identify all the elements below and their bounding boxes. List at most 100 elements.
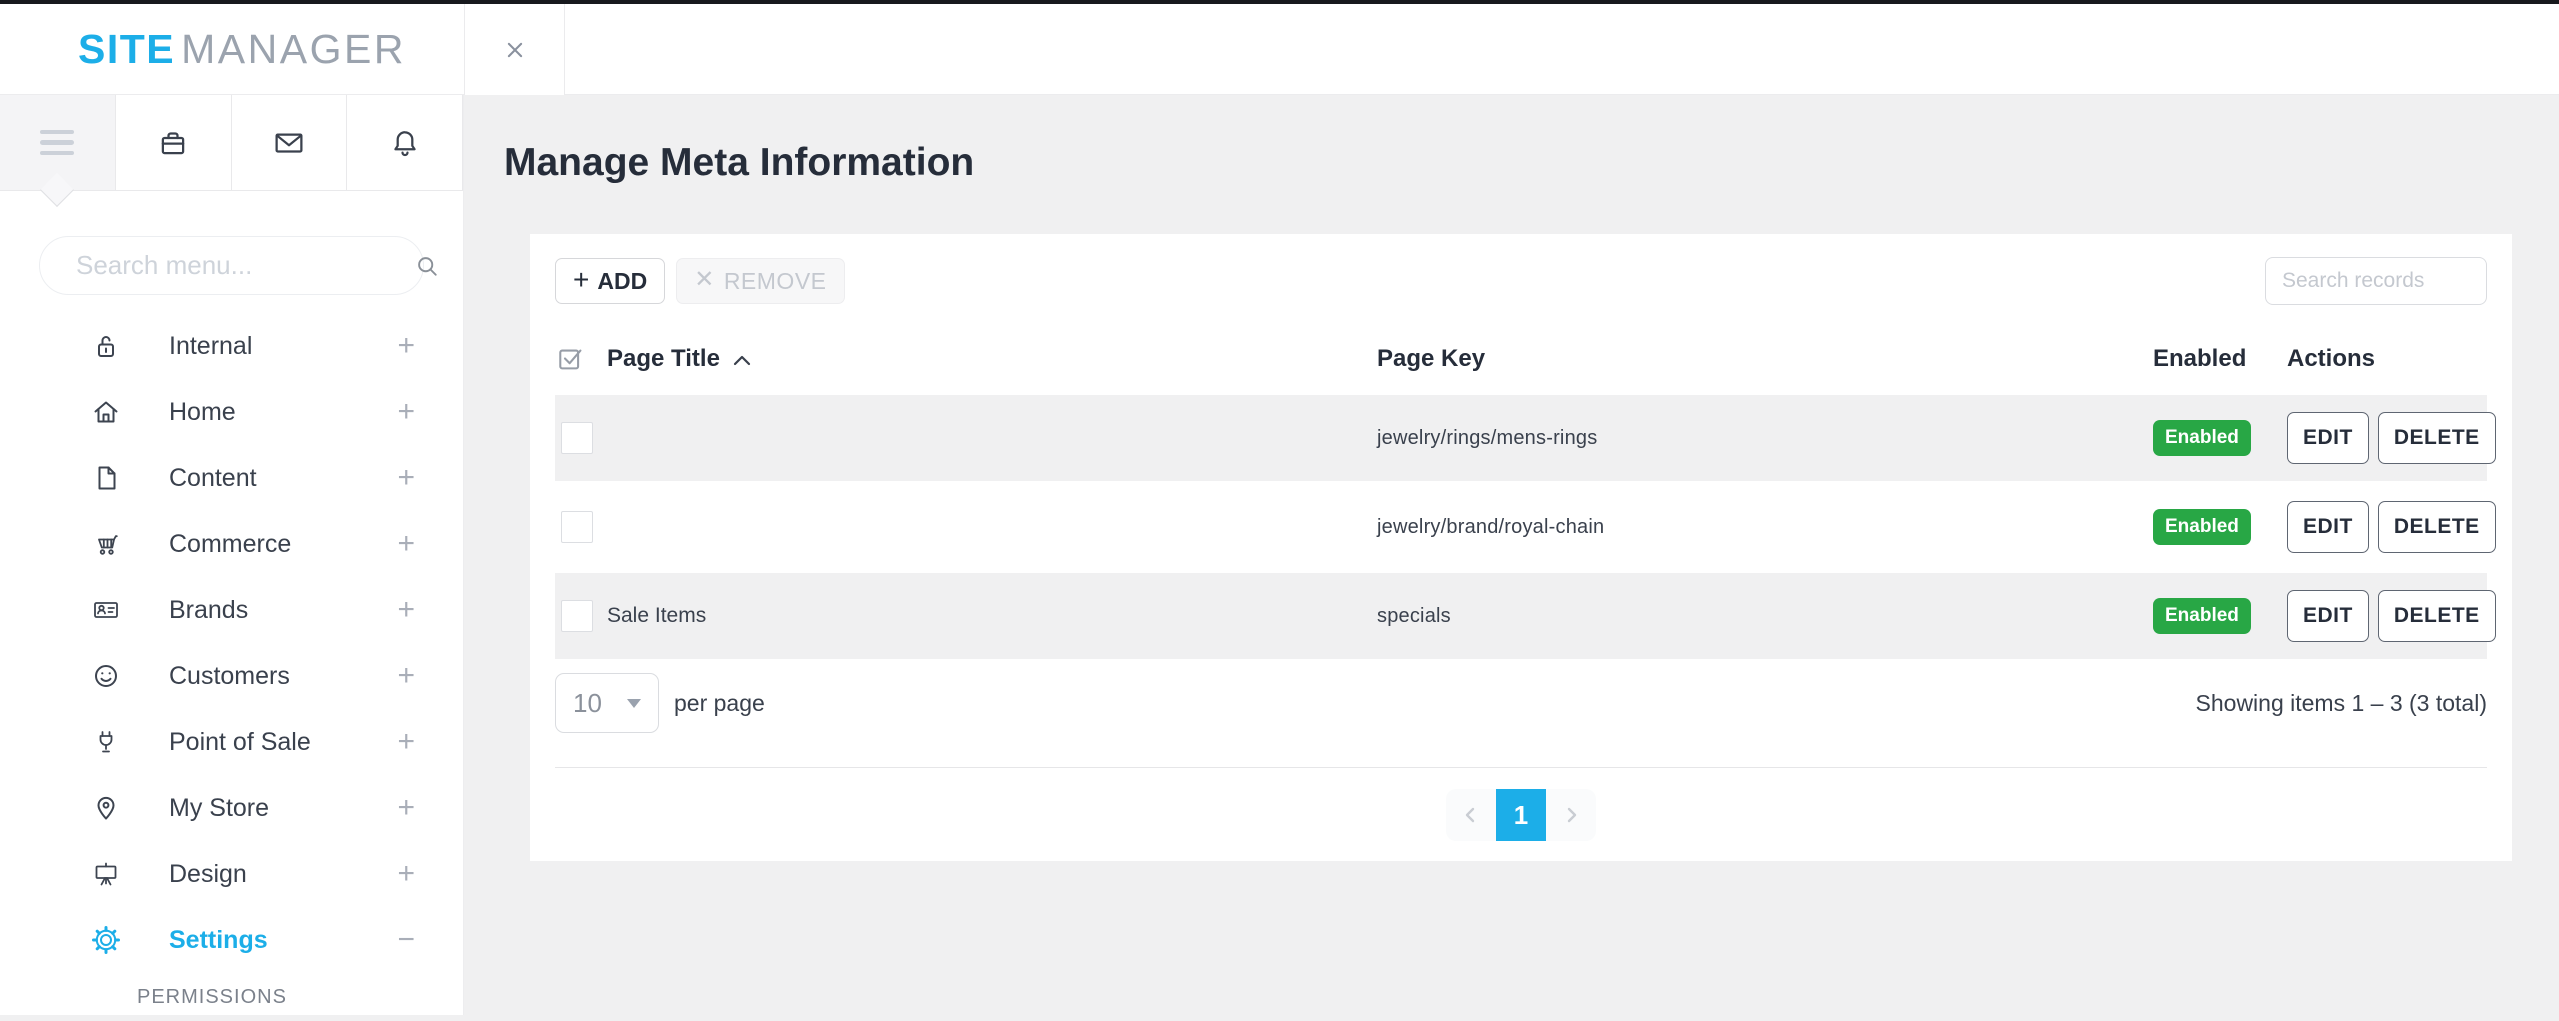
briefcase-icon	[155, 125, 191, 161]
logo-manager: MANAGER	[181, 26, 406, 73]
smiley-icon	[90, 660, 122, 692]
sidebar-item-design[interactable]: Design +	[0, 841, 463, 907]
check-square-icon	[557, 344, 587, 374]
sidebar-item-label: Content	[169, 464, 257, 493]
main-content: Manage Meta Information + ADD ✕ REMOVE P…	[464, 95, 2559, 1015]
remove-button[interactable]: ✕ REMOVE	[676, 258, 844, 304]
edit-button[interactable]: EDIT	[2287, 501, 2369, 553]
sidebar-item-label: Customers	[169, 662, 290, 691]
current-page-button[interactable]: 1	[1496, 789, 1546, 841]
expand-icon[interactable]: +	[397, 659, 415, 693]
table-row: Sale Items specials Enabled EDIT DELETE	[555, 573, 2487, 659]
showing-items-text: Showing items 1 – 3 (3 total)	[2196, 690, 2487, 717]
page-title-cell: Sale Items	[607, 604, 1377, 628]
caret-down-icon	[627, 699, 641, 708]
page-title: Manage Meta Information	[504, 141, 2559, 185]
expand-icon[interactable]: +	[397, 593, 415, 627]
bell-icon	[387, 125, 423, 161]
notifications-button[interactable]	[347, 95, 463, 190]
lock-icon	[90, 330, 122, 362]
meta-info-panel: + ADD ✕ REMOVE Page Title Page Key Enabl…	[530, 234, 2512, 861]
sidebar-item-home[interactable]: Home +	[0, 379, 463, 445]
close-tab-button[interactable]	[464, 4, 565, 95]
expand-icon[interactable]: +	[397, 857, 415, 891]
menu-search-input[interactable]	[74, 249, 413, 282]
sidebar-item-my-store[interactable]: My Store +	[0, 775, 463, 841]
sidebar-item-label: Point of Sale	[169, 728, 311, 757]
select-all-checkbox[interactable]	[555, 344, 607, 374]
app-header: SITE MANAGER	[0, 0, 2559, 95]
briefcase-button[interactable]	[116, 95, 232, 190]
delete-button[interactable]: DELETE	[2378, 590, 2496, 642]
sidebar-menu: Internal + Home + Content + Commerce + B…	[0, 313, 463, 1021]
delete-button[interactable]: DELETE	[2378, 412, 2496, 464]
x-icon: ✕	[694, 268, 715, 292]
status-badge: Enabled	[2153, 509, 2251, 545]
chevron-left-icon	[1459, 803, 1483, 827]
sidebar: Internal + Home + Content + Commerce + B…	[0, 95, 464, 1015]
table-row: jewelry/brand/royal-chain Enabled EDIT D…	[555, 484, 2487, 570]
mail-button[interactable]	[232, 95, 348, 190]
status-badge: Enabled	[2153, 598, 2251, 634]
expand-icon[interactable]: +	[397, 527, 415, 561]
search-records-input[interactable]	[2265, 257, 2487, 305]
easel-icon	[90, 858, 122, 890]
table-row: jewelry/rings/mens-rings Enabled EDIT DE…	[555, 395, 2487, 481]
sort-asc-icon	[732, 352, 752, 368]
expand-icon[interactable]: +	[397, 791, 415, 825]
sidebar-item-customers[interactable]: Customers +	[0, 643, 463, 709]
page-key-cell: jewelry/brand/royal-chain	[1377, 516, 2153, 539]
row-checkbox[interactable]	[561, 511, 593, 543]
id-card-icon	[90, 594, 122, 626]
sidebar-item-commerce[interactable]: Commerce +	[0, 511, 463, 577]
status-badge: Enabled	[2153, 420, 2251, 456]
sidebar-item-label: Design	[169, 860, 247, 889]
plus-icon: +	[573, 266, 589, 294]
row-checkbox[interactable]	[561, 422, 593, 454]
delete-button[interactable]: DELETE	[2378, 501, 2496, 553]
panel-toolbar: + ADD ✕ REMOVE	[555, 234, 2487, 305]
pagination-controls: 10 per page Showing items 1 – 3 (3 total…	[555, 673, 2487, 733]
pager: 1	[1446, 789, 1596, 841]
sidebar-item-point-of-sale[interactable]: Point of Sale +	[0, 709, 463, 775]
home-icon	[90, 396, 122, 428]
row-checkbox[interactable]	[561, 600, 593, 632]
sidebar-item-label: Brands	[169, 596, 248, 625]
gear-icon	[90, 924, 122, 956]
expand-icon[interactable]: +	[397, 329, 415, 363]
plug-icon	[90, 726, 122, 758]
column-header-actions: Actions	[2287, 345, 2487, 373]
mail-icon	[271, 125, 307, 161]
page-key-cell: specials	[1377, 605, 2153, 628]
pin-icon	[90, 792, 122, 824]
sidebar-subitem-permissions[interactable]: PERMISSIONS	[0, 973, 463, 1021]
sidebar-item-settings[interactable]: Settings −	[0, 907, 463, 973]
logo-site: SITE	[78, 26, 175, 73]
expand-icon[interactable]: +	[397, 395, 415, 429]
next-page-button[interactable]	[1546, 789, 1596, 841]
sidebar-item-content[interactable]: Content +	[0, 445, 463, 511]
add-button[interactable]: + ADD	[555, 258, 665, 304]
cart-icon	[90, 528, 122, 560]
chevron-right-icon	[1559, 803, 1583, 827]
edit-button[interactable]: EDIT	[2287, 412, 2369, 464]
column-header-enabled: Enabled	[2153, 345, 2287, 373]
per-page-select[interactable]: 10	[555, 673, 659, 733]
logo: SITE MANAGER	[78, 4, 406, 95]
sidebar-item-label: Home	[169, 398, 236, 427]
column-header-page-title[interactable]: Page Title	[607, 345, 1377, 373]
sidebar-item-brands[interactable]: Brands +	[0, 577, 463, 643]
page-key-cell: jewelry/rings/mens-rings	[1377, 427, 2153, 450]
prev-page-button[interactable]	[1446, 789, 1496, 841]
edit-button[interactable]: EDIT	[2287, 590, 2369, 642]
collapse-icon[interactable]: −	[397, 923, 415, 957]
hamburger-icon	[40, 130, 74, 156]
menu-search	[39, 236, 424, 295]
close-icon	[500, 35, 530, 65]
sidebar-item-internal[interactable]: Internal +	[0, 313, 463, 379]
sidebar-item-label: Internal	[169, 332, 252, 361]
sidebar-item-label: My Store	[169, 794, 269, 823]
expand-icon[interactable]: +	[397, 461, 415, 495]
expand-icon[interactable]: +	[397, 725, 415, 759]
top-strip	[0, 0, 2559, 4]
